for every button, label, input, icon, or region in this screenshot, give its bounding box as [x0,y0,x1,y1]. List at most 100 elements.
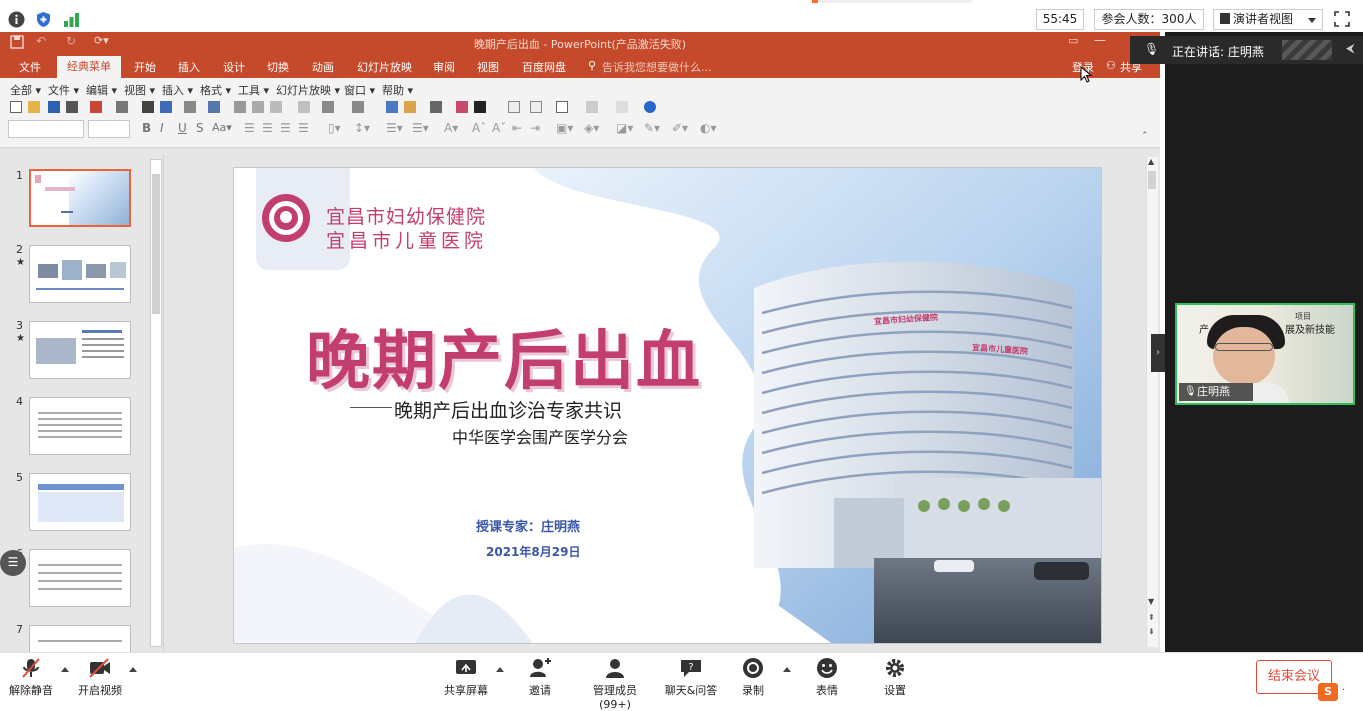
print-icon[interactable] [142,101,154,113]
properties-icon[interactable] [66,101,78,113]
spelling-icon[interactable] [184,101,196,113]
slide-thumbnail-4[interactable] [29,397,131,455]
slide-thumbnail-7[interactable] [29,625,131,652]
participant-video-tile[interactable]: 项目 展及新技能 产 🎙 庄明燕 [1175,303,1355,405]
tab-baidu-netdisk[interactable]: 百度网盘 [522,59,566,75]
menu-slideshow[interactable]: 幻灯片放映 ▾ [276,82,340,98]
ime-s-icon[interactable]: S [1318,683,1338,701]
align-center-icon[interactable]: ☰ [262,121,273,135]
slide-design-icon[interactable] [530,101,542,113]
underline-icon[interactable]: U [178,121,187,135]
tab-home[interactable]: 开始 [134,59,156,75]
share-screen-button[interactable]: 共享屏幕 [442,657,490,698]
menu-view[interactable]: 视图 ▾ [124,82,155,98]
bold-icon[interactable]: B [142,121,151,135]
settings-button[interactable]: 设置 [880,657,910,698]
shadow-icon[interactable]: S [196,121,204,135]
arrange-icon[interactable]: ▣▾ [556,121,573,135]
new-icon[interactable] [10,101,22,113]
participant-count[interactable]: 参会人数：300人 [1094,9,1204,30]
invite-button[interactable]: 邀请 [522,657,558,698]
scroll-down-icon[interactable]: ▼ [1148,597,1154,606]
tell-me-search[interactable]: 告诉我您想要做什么... [602,59,712,75]
menu-edit[interactable]: 编辑 ▾ [86,82,117,98]
reaction-button[interactable]: 表情 [812,657,842,698]
undo-icon[interactable] [322,101,334,113]
menu-insert[interactable]: 插入 ▾ [162,82,193,98]
audio-options-icon[interactable] [61,667,69,672]
tab-insert[interactable]: 插入 [178,59,200,75]
shrink-font-icon[interactable]: Aˇ [492,121,506,135]
prev-slide-icon[interactable]: ⇞ [1148,613,1155,622]
shape-effects-icon[interactable]: ✐▾ [672,121,688,135]
slide-thumbnail-6[interactable] [29,549,131,607]
tab-animations[interactable]: 动画 [312,59,334,75]
ribbon-display-icon[interactable]: ▭ [1068,34,1078,47]
thumbnails-scrollbar[interactable] [150,159,162,647]
tab-file[interactable]: 文件 [19,59,41,75]
numbering-icon[interactable]: ☰▾ [412,121,429,135]
tab-view[interactable]: 视图 [477,59,499,75]
italic-icon[interactable]: I [160,121,164,135]
ime-mode-indicator[interactable]: · [1342,685,1345,696]
decrease-indent-icon[interactable]: ⇤ [512,121,522,135]
video-options-icon[interactable] [129,667,137,672]
view-mode-dropdown[interactable]: 演讲者视图 [1213,9,1323,30]
scroll-up-icon[interactable]: ▲ [1148,157,1154,166]
more-icon[interactable]: ◐▾ [700,121,717,135]
save-icon[interactable] [48,101,60,113]
collapse-arrow-icon[interactable]: ⮜ [1346,41,1355,56]
menu-all[interactable]: 全部 ▾ [10,82,41,98]
permission-icon[interactable] [116,101,128,113]
record-options-icon[interactable] [783,667,791,672]
font-name-field[interactable] [8,120,84,138]
shape-fill-icon[interactable]: ◪▾ [616,121,633,135]
menu-file[interactable]: 文件 ▾ [48,82,79,98]
menu-format[interactable]: 格式 ▾ [200,82,231,98]
fullscreen-icon[interactable] [1334,11,1350,27]
shield-icon[interactable] [35,11,52,28]
shapes-icon[interactable] [586,101,598,113]
slide-thumbnail-2[interactable] [29,245,131,303]
change-case-icon[interactable]: Aa▾ [212,121,232,134]
line-icon[interactable] [474,101,486,113]
shape-outline-icon[interactable]: ✎▾ [644,121,660,135]
align-left-icon[interactable]: ☰ [244,121,255,135]
menu-help[interactable]: 帮助 ▾ [382,82,413,98]
start-video-button[interactable]: 开启视频 [76,657,124,698]
cut-icon[interactable] [234,101,246,113]
align-right-icon[interactable]: ☰ [280,121,291,135]
picture-icon[interactable] [430,101,442,113]
info-icon[interactable] [8,11,25,28]
print-preview-icon[interactable] [160,101,172,113]
zoom-icon[interactable] [616,101,628,113]
bullets-icon[interactable]: ☰▾ [386,121,403,135]
font-size-field[interactable] [88,120,130,138]
share-options-icon[interactable] [496,667,504,672]
help-icon[interactable] [644,101,656,113]
collapse-ribbon-icon[interactable]: ˆ [1142,130,1148,143]
table-icon[interactable] [404,101,416,113]
smartart-icon[interactable] [456,101,468,113]
slide-thumbnail-1[interactable] [29,169,131,227]
increase-indent-icon[interactable]: ⇥ [530,121,540,135]
export-icon[interactable] [90,101,102,113]
slide-layout-icon[interactable] [508,101,520,113]
unmute-button[interactable]: 解除静音 [8,657,54,698]
tab-design[interactable]: 设计 [223,59,245,75]
grow-font-icon[interactable]: Aˆ [472,121,486,135]
minimize-icon[interactable]: — [1094,33,1106,47]
font-color-icon[interactable]: A▾ [444,121,458,135]
collapse-sidebar-icon[interactable]: › [1151,334,1165,372]
slide-thumbnail-5[interactable] [29,473,131,531]
open-icon[interactable] [28,101,40,113]
tab-classic-menu[interactable]: 经典菜单 [57,56,121,78]
tab-transitions[interactable]: 切换 [267,59,289,75]
line-spacing-icon[interactable]: ↕▾ [354,121,370,135]
menu-tools[interactable]: 工具 ▾ [238,82,269,98]
tab-slideshow[interactable]: 幻灯片放映 [357,59,412,75]
signal-icon[interactable] [63,11,80,28]
tab-review[interactable]: 审阅 [433,59,455,75]
chat-qa-button[interactable]: ? 聊天&问答 [662,657,720,698]
redo-icon[interactable] [352,101,364,113]
